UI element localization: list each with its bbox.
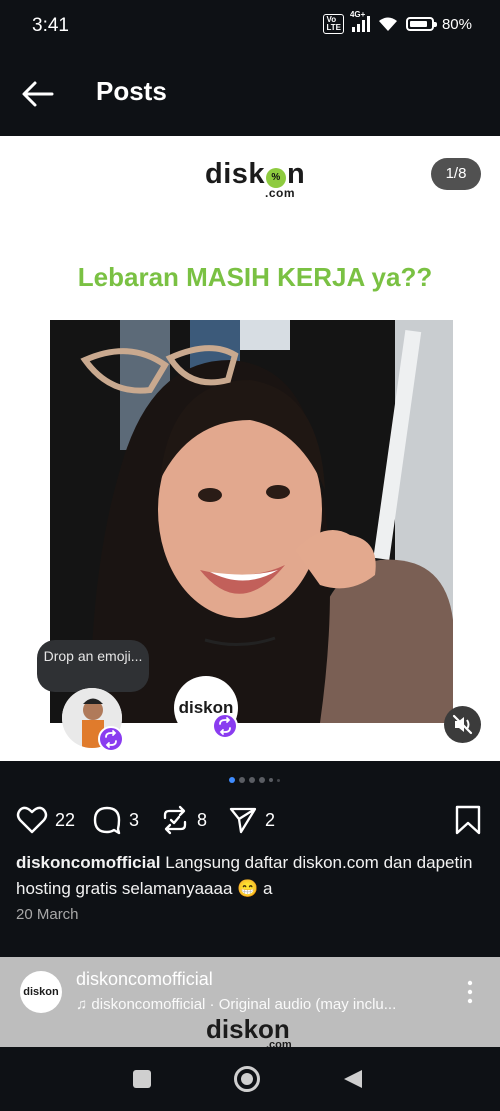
repost-badge-icon: [98, 726, 124, 752]
heart-icon: [16, 806, 48, 834]
carousel-dot: [238, 777, 245, 783]
network-type: 4G+: [349, 10, 366, 19]
mini-player[interactable]: diskon diskoncomofficial ♫ diskoncomoffi…: [0, 957, 500, 1047]
audio-track-label: diskoncomofficial · Original audio (may …: [91, 996, 397, 1013]
post-headline: Lebaran MASIH KERJA ya??: [77, 262, 433, 292]
post-date: 20 March: [16, 906, 79, 923]
mute-button[interactable]: [444, 706, 481, 743]
comment-icon: [93, 806, 121, 835]
carousel-dot: [268, 778, 273, 782]
share-button[interactable]: 2: [228, 804, 275, 836]
repost-badge-icon: [212, 713, 238, 739]
like-button[interactable]: 22: [16, 804, 75, 836]
status-bar: 3:41 Vo LTE 4G+ 80%: [0, 0, 500, 52]
post-actions: 22 3 8 2: [0, 800, 500, 840]
carousel-dot: [228, 777, 235, 783]
save-button[interactable]: [454, 804, 482, 836]
brand-logo: disk% n .com: [205, 158, 306, 200]
battery-level: 80%: [441, 15, 472, 33]
muted-speaker-icon: [452, 714, 473, 735]
share-count: 2: [265, 809, 276, 830]
app-header: Posts: [0, 52, 500, 136]
mini-player-logo-suffix: .com: [266, 1039, 292, 1047]
comment-button[interactable]: 3: [92, 804, 139, 836]
comment-count: 3: [129, 809, 140, 830]
audio-track[interactable]: ♫ diskoncomofficial · Original audio (ma…: [76, 996, 446, 1013]
send-icon: [229, 807, 257, 834]
like-count: 22: [55, 809, 76, 830]
back-icon[interactable]: [342, 1068, 364, 1090]
home-icon[interactable]: [233, 1065, 261, 1093]
system-nav-bar: [0, 1047, 500, 1111]
status-time: 3:41: [32, 15, 69, 36]
page-title: Posts: [96, 76, 167, 106]
caption-username[interactable]: diskoncomofficial: [16, 853, 161, 872]
post-caption: diskoncomofficial Langsung daftar diskon…: [16, 850, 486, 902]
wifi-icon: [378, 17, 397, 31]
recents-icon[interactable]: [132, 1069, 152, 1089]
repost-count: 8: [197, 809, 208, 830]
volte-icon: Vo LTE: [323, 14, 344, 34]
bookmark-icon: [455, 805, 481, 835]
avatar[interactable]: diskon: [20, 971, 62, 1013]
signal-icon: 4G+: [350, 10, 370, 32]
carousel-indicator: [0, 774, 500, 786]
mini-player-logo: diskon .com: [206, 1014, 292, 1047]
carousel-dot: [248, 777, 255, 783]
slide-counter: 1/8: [431, 158, 481, 190]
repost-icon: [163, 805, 187, 835]
music-note-icon: ♫: [76, 996, 92, 1013]
more-options-icon[interactable]: [460, 979, 480, 1005]
post-media[interactable]: disk% n .com 1/8 Lebaran MASIH KERJA ya??…: [0, 136, 500, 761]
status-icons: Vo LTE 4G+ 80%: [323, 10, 472, 34]
carousel-dot: [258, 777, 265, 783]
carousel-dot: [276, 778, 280, 782]
drop-emoji-prompt[interactable]: Drop an emoji...: [37, 640, 149, 692]
battery-icon: [405, 17, 437, 31]
brand-logo-suffix: .com: [265, 186, 296, 200]
repost-button[interactable]: 8: [160, 804, 207, 836]
percent-icon: %: [266, 168, 287, 188]
mini-player-username[interactable]: diskoncomofficial: [76, 969, 213, 990]
back-arrow-icon[interactable]: [18, 74, 58, 114]
